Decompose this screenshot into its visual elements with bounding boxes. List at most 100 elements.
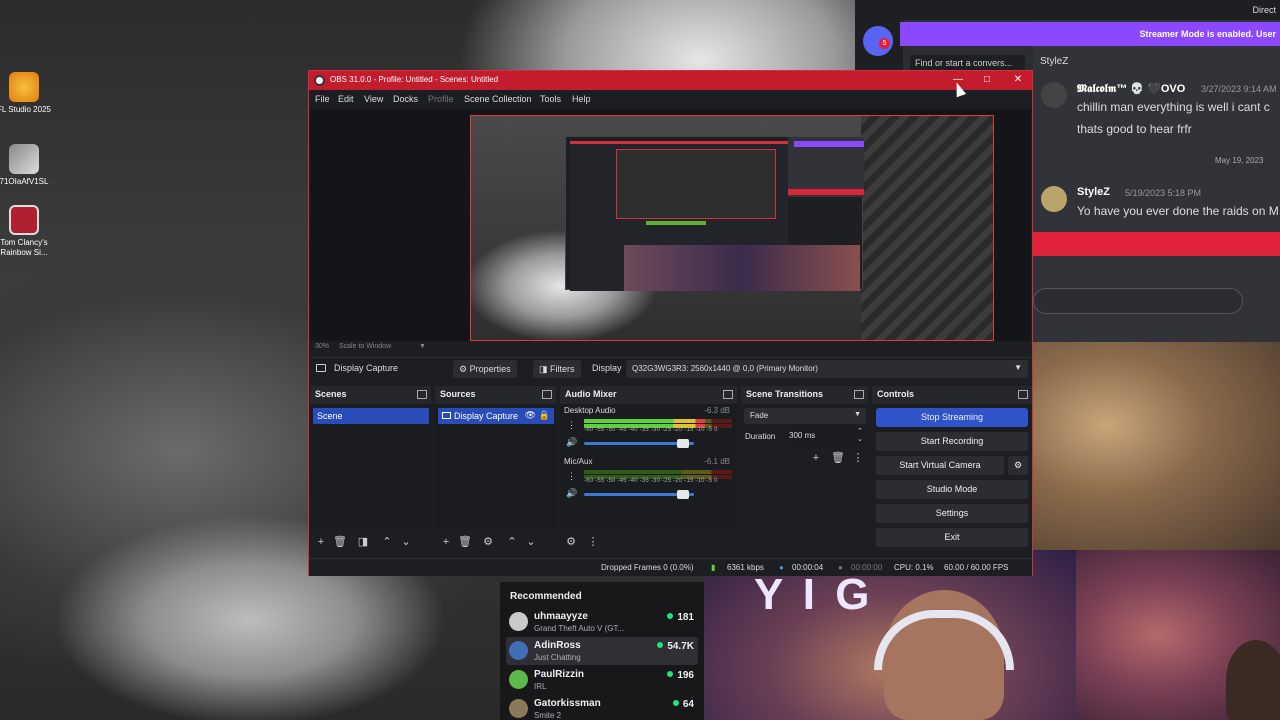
speaker-icon[interactable]: 🔊 [566,437,577,448]
settings-button[interactable]: Settings [876,504,1028,523]
desktop-icon-label: Tom Clancy's Rainbow Si... [0,238,48,257]
cpu-usage: CPU: 0.1% [894,563,934,572]
display-label: Display [592,363,622,373]
transition-select[interactable]: Fade ▼ [744,408,866,424]
nested-banner [794,141,864,147]
start-virtual-camera-button[interactable]: Start Virtual Camera [876,456,1004,475]
message-input[interactable] [1033,288,1243,314]
lock-icon[interactable]: 🔒 [539,410,550,421]
eye-icon[interactable]: 👁 [525,410,536,421]
trash-icon[interactable]: 🗑 [831,451,845,465]
chevron-down-icon[interactable]: ▼ [419,343,426,350]
arrow-up-icon[interactable]: ⌃ [380,535,394,549]
menu-scene-collection[interactable]: Scene Collection [464,94,532,104]
scale-mode-select[interactable]: Scale to Window [339,343,391,350]
source-item[interactable]: Display Capture 👁 🔒 [438,408,554,424]
undock-icon[interactable] [854,390,864,399]
source-label: Display Capture [454,411,519,421]
record-icon: ● [838,563,843,572]
kebab-menu-icon[interactable]: ⋮ [586,535,600,549]
studio-mode-button[interactable]: Studio Mode [876,480,1028,499]
monitor-icon [442,412,451,419]
undock-icon[interactable] [542,390,552,399]
duration-value: 300 ms [789,431,816,440]
scene-item[interactable]: Scene [313,408,429,424]
meter-scale: -60 -55 -50 -45 -40 -35 -30 -25 -20 -15 … [584,427,718,433]
desktop-icon-rainbow-six[interactable]: Tom Clancy's Rainbow Si... [0,205,56,258]
desktop-icon-image[interactable]: 71OIaAfV1SL [0,144,56,187]
window-title: OBS 31.0.0 - Profile: Untitled - Scenes:… [330,75,499,84]
dock-title: Controls [877,389,914,399]
dock-header: Scene Transitions [741,386,868,404]
volume-slider[interactable] [584,490,694,499]
maximize-icon[interactable]: □ [980,73,994,87]
undock-icon[interactable] [723,390,733,399]
direct-label: Direct [1252,5,1276,15]
advanced-audio-icon[interactable]: ⚙ [564,535,578,549]
close-icon[interactable]: ✕ [1011,73,1025,87]
menu-edit[interactable]: Edit [338,94,354,104]
filter-icon: ◨ [539,363,551,374]
obs-titlebar[interactable]: OBS 31.0.0 - Profile: Untitled - Scenes:… [309,71,1032,90]
arrow-up-icon[interactable]: ⌃ [505,535,519,549]
kebab-menu-icon[interactable]: ⋮ [567,420,576,431]
kebab-menu-icon[interactable]: ⋮ [851,451,865,465]
arrow-down-icon[interactable]: ⌄ [399,535,413,549]
menu-help[interactable]: Help [572,94,591,104]
audio-mixer-dock: Audio Mixer Desktop Audio -6.3 dB ⋮ -60 … [560,386,737,556]
virtual-camera-settings-gear-icon[interactable]: ⚙ [1008,456,1028,475]
menu-file[interactable]: File [315,94,330,104]
volume-slider[interactable] [584,439,694,448]
recommended-item[interactable]: AdinRoss Just Chatting 54.7K [506,637,698,665]
exit-button[interactable]: Exit [876,528,1028,547]
gear-icon[interactable]: ⚙ [481,535,495,549]
slider-handle[interactable] [677,490,689,499]
dock-title: Sources [440,389,476,399]
filter-icon[interactable]: ◨ [356,535,370,549]
message-text: chillin man everything is well i cant c [1077,100,1270,114]
menu-docks[interactable]: Docks [393,94,418,104]
menu-profile[interactable]: Profile [428,94,454,104]
recommended-item[interactable]: uhmaayyze Grand Theft Auto V (GT... 181 [506,608,698,636]
channel-game: Grand Theft Auto V (GT... [534,624,625,633]
display-select[interactable]: Q32G3WG3R3: 2560x1440 @ 0,0 (Primary Mon… [626,360,1028,378]
spinner-arrows-icon[interactable]: ⌃ ⌄ [857,428,863,444]
trash-icon[interactable]: 🗑 [333,535,347,549]
menu-view[interactable]: View [364,94,383,104]
recommended-item[interactable]: Gatorkissman Smite 2 64 [506,695,698,720]
dock-header: Sources [435,386,556,404]
display-value: Q32G3WG3R3: 2560x1440 @ 0,0 (Primary Mon… [632,364,818,373]
channel-name: uhmaayyze [534,611,588,622]
channel-game: IRL [534,682,547,691]
message-timestamp: 3/27/2023 9:14 AM [1201,84,1277,94]
slider-handle[interactable] [677,439,689,448]
properties-button[interactable]: ⚙ Properties [453,360,517,378]
add-icon[interactable]: + [439,535,453,549]
desktop-icon-fl-studio[interactable]: FL Studio 2025 [0,72,56,115]
recommended-item[interactable]: PaulRizzin IRL 196 [506,666,698,694]
menu-tools[interactable]: Tools [540,94,561,104]
streamer-red-bar [1033,232,1280,256]
channel-name: PaulRizzin [534,669,585,680]
message-author[interactable]: StyleZ [1077,186,1110,198]
start-recording-button[interactable]: Start Recording [876,432,1028,451]
undock-icon[interactable] [1018,390,1028,399]
add-icon[interactable]: + [314,535,328,549]
find-conversation-input[interactable]: Find or start a convers... [910,55,1025,71]
viewer-count: 196 [667,670,694,681]
filters-button[interactable]: ◨ Filters [533,360,581,378]
speaker-icon[interactable]: 🔊 [566,488,577,499]
message-author[interactable]: 𝕸𝖆𝖑𝖈𝖔𝖑𝖒™ 💀 🖤OVO [1077,82,1185,96]
image-file-icon [9,144,39,174]
arrow-down-icon[interactable]: ⌄ [524,535,538,549]
kebab-menu-icon[interactable]: ⋮ [567,471,576,482]
trash-icon[interactable]: 🗑 [458,535,472,549]
duration-input[interactable]: 300 ms ⌃ ⌄ [785,428,865,444]
recommended-channels: Recommended uhmaayyze Grand Theft Auto V… [500,582,704,720]
neon-sign: Y I G [754,570,874,619]
preview-canvas[interactable] [470,115,994,341]
preview-area[interactable] [310,109,1031,341]
undock-icon[interactable] [417,390,427,399]
add-icon[interactable]: + [809,451,823,465]
stop-streaming-button[interactable]: Stop Streaming [876,408,1028,427]
